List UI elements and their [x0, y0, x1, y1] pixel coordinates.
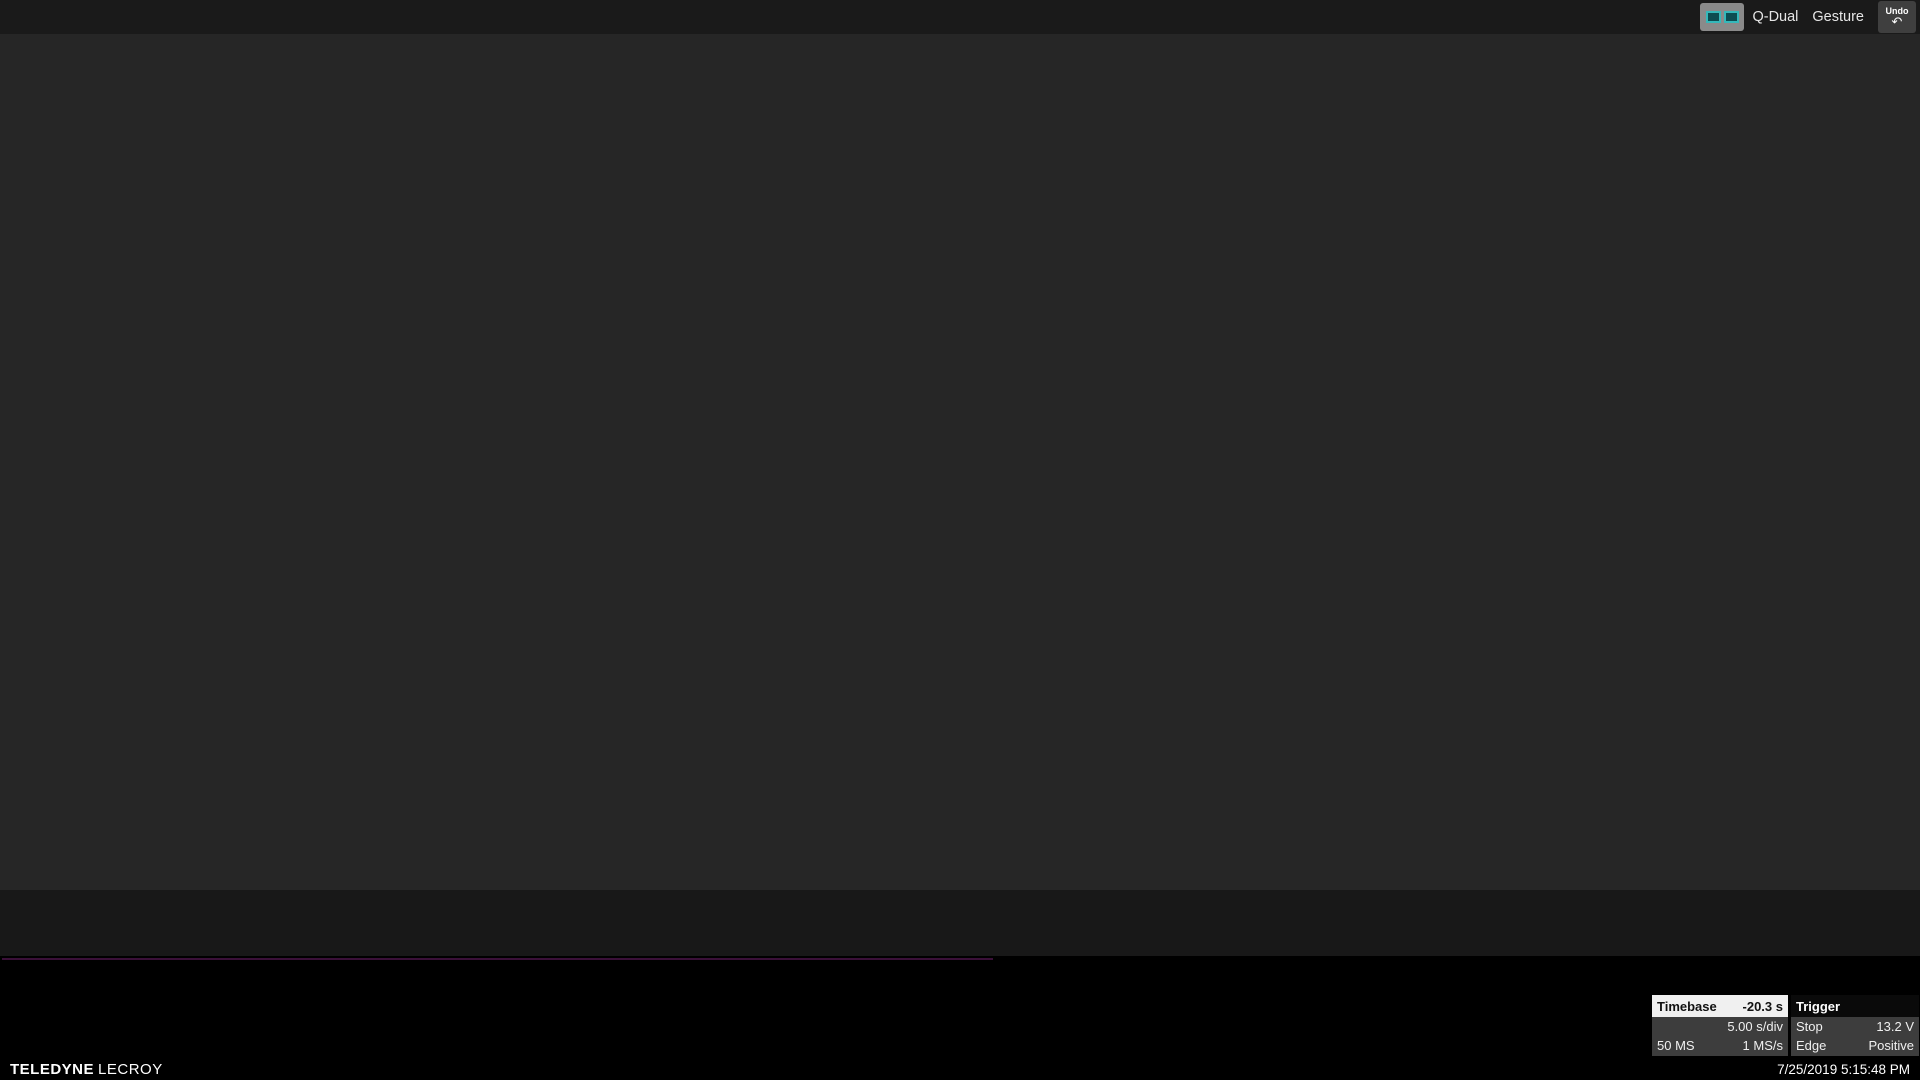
trigger-level: 13.2 V: [1876, 1017, 1914, 1036]
timebase-offset: -20.3 s: [1743, 999, 1783, 1014]
gesture-button[interactable]: Gesture: [1812, 9, 1864, 25]
descriptor-strip: [0, 890, 1920, 956]
numerics-table: [2, 958, 993, 960]
qdual-control[interactable]: Q-Dual: [1700, 3, 1798, 31]
trigger-type: Edge: [1796, 1036, 1826, 1055]
qdual-label: Q-Dual: [1752, 9, 1798, 25]
scope-application: Q-Dual Gesture Undo ↶ Timebase -20.3 s 5…: [0, 0, 1920, 1080]
timebase-scale: 5.00 s/div: [1727, 1017, 1783, 1036]
timebase-samples: 50 MS: [1657, 1036, 1695, 1055]
timebase-box[interactable]: Timebase -20.3 s 5.00 s/div 50 MS 1 MS/s: [1652, 995, 1788, 1056]
waveform-stage: [0, 34, 1920, 890]
status-bar: TELEDYNELECROY 7/25/2019 5:15:48 PM: [0, 1058, 1920, 1080]
bottom-strip: [0, 956, 1920, 1058]
trigger-title: Trigger: [1796, 999, 1840, 1014]
trigger-mode: Stop: [1796, 1017, 1823, 1036]
menu-bar: Q-Dual Gesture Undo ↶: [0, 0, 1920, 34]
trigger-slope: Positive: [1868, 1036, 1914, 1055]
menu-right-cluster: Q-Dual Gesture Undo ↶: [1700, 1, 1920, 33]
timebase-rate: 1 MS/s: [1743, 1036, 1783, 1055]
datetime: 7/25/2019 5:15:48 PM: [1777, 1062, 1910, 1077]
undo-button[interactable]: Undo ↶: [1878, 1, 1916, 33]
undo-arrow-icon: ↶: [1892, 15, 1903, 28]
trigger-box[interactable]: Trigger Stop 13.2 V Edge Positive: [1791, 995, 1919, 1056]
timebase-title: Timebase: [1657, 999, 1717, 1014]
brand-logo: TELEDYNELECROY: [10, 1061, 163, 1078]
qdual-icon: [1700, 3, 1744, 31]
